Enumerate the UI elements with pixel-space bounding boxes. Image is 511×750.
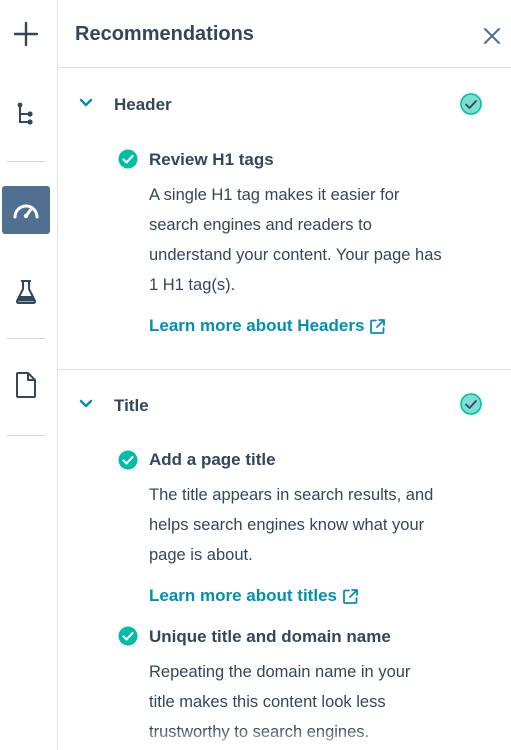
panel-title: Recommendations: [75, 23, 254, 45]
close-icon: [484, 28, 500, 44]
check-circle-icon: [118, 626, 138, 646]
tree-icon: [17, 102, 33, 125]
learn-more-link[interactable]: Learn more about Headers: [149, 316, 386, 336]
rail-divider: [7, 161, 45, 162]
item-title: Add a page title: [149, 450, 276, 469]
test-button[interactable]: [2, 268, 50, 316]
add-icon: [13, 21, 39, 47]
section-title-group: Title Add a page title The title appears…: [58, 370, 511, 750]
document-icon: [16, 372, 36, 398]
section-toggle[interactable]: [76, 394, 96, 414]
page-button[interactable]: [2, 361, 50, 409]
item-title: Review H1 tags: [149, 150, 274, 169]
external-link-icon: [370, 318, 386, 334]
learn-more-link[interactable]: Learn more about titles: [149, 586, 359, 606]
rail-divider: [7, 338, 45, 339]
success-check-icon: [459, 392, 483, 416]
chevron-down-icon: [79, 399, 93, 408]
external-link-icon: [343, 588, 358, 604]
section-header: Header Review H1 tags A single H1 tag ma…: [58, 69, 511, 370]
item-status: [118, 149, 138, 169]
check-circle-icon: [118, 149, 138, 169]
check-circle-icon: [118, 450, 138, 470]
add-button[interactable]: [2, 10, 50, 58]
success-check-icon: [459, 92, 483, 116]
structure-button[interactable]: [2, 90, 50, 138]
optimization-button[interactable]: [2, 186, 50, 234]
section-title: Header: [114, 95, 172, 114]
left-rail: [0, 0, 58, 750]
rail-divider: [7, 435, 45, 436]
panel-header: Recommendations: [58, 0, 511, 68]
item-description: A single H1 tag makes it easier for sear…: [149, 186, 442, 294]
scroll-fade: [58, 728, 511, 750]
item-description: The title appears in search results, and…: [149, 486, 434, 564]
section-toggle[interactable]: [76, 93, 96, 113]
section-status: [458, 91, 484, 117]
item-status: [118, 450, 138, 470]
speedometer-icon: [13, 204, 39, 219]
section-status: [458, 391, 484, 417]
close-button[interactable]: [482, 26, 502, 46]
recommendations-panel: Recommendations Header Review H1 tags A …: [58, 0, 511, 750]
item-status: [118, 626, 138, 646]
chevron-down-icon: [79, 98, 93, 107]
section-title: Title: [114, 396, 149, 415]
flask-icon: [15, 280, 37, 304]
item-title: Unique title and domain name: [149, 627, 391, 646]
